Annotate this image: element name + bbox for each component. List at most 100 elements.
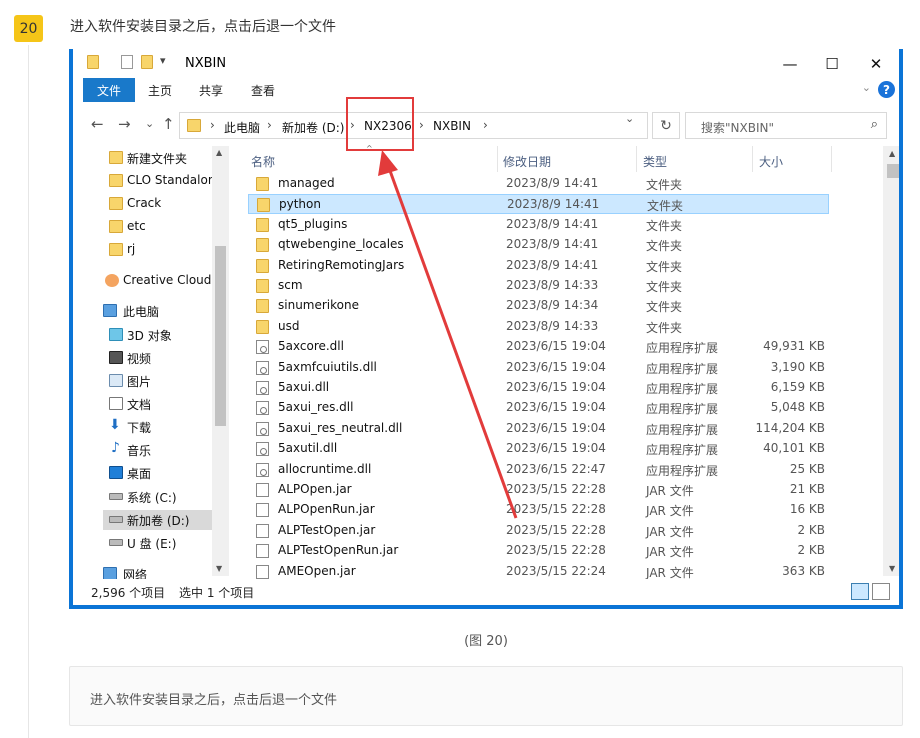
maximize-button[interactable]: ☐ [810, 49, 854, 78]
scroll-down-icon[interactable]: ▼ [889, 564, 895, 573]
breadcrumb-nxbin[interactable]: NXBIN [433, 119, 471, 133]
recent-locations-button[interactable]: ⌄ [145, 117, 154, 130]
quick-access-item[interactable]: rj [103, 240, 213, 260]
dll-file-icon [256, 442, 269, 457]
tab-home[interactable]: 主页 [134, 78, 186, 102]
drive-icon [109, 493, 123, 500]
nav-scrollbar[interactable]: ▲ ▼ [212, 146, 229, 576]
file-type: JAR 文件 [646, 524, 694, 539]
breadcrumb-drive-d[interactable]: 新加卷 (D:) [282, 119, 344, 136]
file-row[interactable]: qt5_plugins 2023/8/9 14:41 文件夹 [248, 215, 829, 235]
file-row[interactable]: scm 2023/8/9 14:33 文件夹 [248, 276, 829, 296]
sidebar-item-desktop[interactable]: 桌面 [103, 463, 213, 483]
chevron-right-icon[interactable]: › [267, 118, 272, 132]
file-row[interactable]: managed 2023/8/9 14:41 文件夹 [248, 174, 829, 194]
file-row[interactable]: sinumerikone 2023/8/9 14:34 文件夹 [248, 296, 829, 316]
file-name: 5axui.dll [278, 380, 330, 394]
file-row[interactable]: usd 2023/8/9 14:33 文件夹 [248, 317, 829, 337]
refresh-button[interactable]: ↻ [652, 112, 680, 139]
file-type: 应用程序扩展 [646, 361, 719, 376]
quick-access-item[interactable]: CLO Standalon [103, 171, 213, 191]
file-row[interactable]: qtwebengine_locales 2023/8/9 14:41 文件夹 [248, 235, 829, 255]
desktop-icon [109, 466, 123, 479]
file-row[interactable]: ALPOpenRun.jar 2023/5/15 22:28 JAR 文件 16 KB [248, 500, 829, 520]
folder-icon [256, 177, 269, 191]
sidebar-item-pictures[interactable]: 图片 [103, 371, 213, 391]
file-size: 5,048 KB [770, 400, 825, 415]
file-name: ALPTestOpenRun.jar [278, 543, 399, 558]
column-divider[interactable] [636, 146, 637, 172]
column-divider[interactable] [752, 146, 753, 172]
minimize-button[interactable]: — [768, 49, 812, 78]
sidebar-item-documents[interactable]: 文档 [103, 394, 213, 414]
back-button[interactable]: ← [91, 115, 104, 133]
column-divider[interactable] [497, 146, 498, 172]
scroll-down-icon[interactable]: ▼ [216, 564, 222, 573]
folder-icon [256, 238, 269, 253]
search-box[interactable]: 搜索"NXBIN" ⌕ [685, 112, 887, 139]
file-row[interactable]: ALPTestOpen.jar 2023/5/15 22:28 JAR 文件 2 KB [248, 521, 829, 541]
sidebar-item-drive-d[interactable]: 新加卷 (D:) [103, 510, 213, 530]
video-icon [109, 351, 123, 364]
forward-button[interactable]: → [118, 115, 131, 133]
scroll-thumb[interactable] [215, 246, 226, 426]
expand-ribbon-icon[interactable]: ⌄ [862, 81, 871, 94]
sidebar-item-music[interactable]: ♪ 音乐 [103, 440, 213, 460]
file-row[interactable]: 5axui_res.dll 2023/6/15 19:04 应用程序扩展 5,048 … [248, 398, 829, 418]
file-row[interactable]: ALPTestOpenRun.jar 2023/5/15 22:28 JAR 文件 2… [248, 541, 829, 561]
scroll-up-icon[interactable]: ▲ [216, 148, 222, 157]
sidebar-item-drive-e[interactable]: U 盘 (E:) [103, 533, 213, 553]
file-date: 2023/6/15 19:04 [506, 400, 606, 415]
column-header-size[interactable]: 大小 [759, 153, 783, 170]
tab-share[interactable]: 共享 [185, 78, 237, 102]
quick-access-item[interactable]: etc [103, 217, 213, 237]
properties-icon[interactable] [121, 55, 133, 69]
scroll-up-icon[interactable]: ▲ [889, 149, 895, 158]
quick-access-item[interactable]: 新建文件夹 📌 [103, 148, 213, 168]
navigation-pane: 新建文件夹 📌 CLO Standalon Crack etc rj Creat… [73, 146, 229, 582]
tab-file[interactable]: 文件 [83, 78, 136, 102]
file-list-scrollbar[interactable]: ▲ ▼ [883, 146, 899, 576]
new-folder-icon[interactable] [141, 55, 153, 69]
file-row[interactable]: ALPOpen.jar 2023/5/15 22:28 JAR 文件 21 KB [248, 480, 829, 500]
scroll-thumb[interactable] [887, 164, 899, 178]
sidebar-item-downloads[interactable]: ⬇ 下载 [103, 417, 213, 437]
large-icons-view-icon[interactable] [872, 583, 890, 600]
close-button[interactable]: ✕ [854, 49, 898, 78]
file-date: 2023/8/9 14:41 [506, 216, 599, 231]
customize-toolbar-icon[interactable]: ▾ [160, 54, 166, 67]
sidebar-item-this-pc[interactable]: 此电脑 [99, 301, 213, 321]
sidebar-item-creative-cloud[interactable]: Creative Cloud F [103, 271, 213, 291]
file-row[interactable]: 5axui.dll 2023/6/15 19:04 应用程序扩展 6,159 KB [248, 378, 829, 398]
breadcrumb-this-pc[interactable]: 此电脑 [224, 119, 260, 136]
up-button[interactable]: ↑ [162, 115, 175, 133]
file-row[interactable]: python 2023/8/9 14:41 文件夹 [248, 194, 829, 215]
file-row[interactable]: allocruntime.dll 2023/6/15 22:47 应用程序扩展 25 … [248, 460, 829, 480]
file-name: qt5_plugins [278, 216, 348, 231]
column-header-type[interactable]: 类型 [643, 153, 667, 170]
file-row[interactable]: 5axui_res_neutral.dll 2023/6/15 19:04 应用程序… [248, 419, 829, 439]
file-row[interactable]: 5axcore.dll 2023/6/15 19:04 应用程序扩展 49,931 K… [248, 337, 829, 357]
sidebar-item-drive-c[interactable]: 系统 (C:) [103, 487, 213, 507]
sidebar-item-videos[interactable]: 视频 [103, 348, 213, 368]
chevron-right-icon[interactable]: › [419, 118, 424, 132]
file-row[interactable]: RetiringRemotingJars 2023/8/9 14:41 文件夹 [248, 256, 829, 276]
file-row[interactable]: 5axmfcuiutils.dll 2023/6/15 19:04 应用程序扩展 3,… [248, 358, 829, 378]
file-size: 25 KB [789, 461, 825, 476]
column-header-date[interactable]: 修改日期 [503, 153, 551, 170]
address-dropdown-icon[interactable]: ⌄ [625, 112, 634, 125]
help-button[interactable]: ? [878, 81, 895, 98]
jar-file-icon [256, 523, 269, 538]
chevron-right-icon[interactable]: › [483, 118, 488, 132]
file-row[interactable]: 5axutil.dll 2023/6/15 19:04 应用程序扩展 40,101 K… [248, 439, 829, 459]
search-placeholder: 搜索"NXBIN" [701, 121, 774, 135]
column-header-name[interactable]: 名称 [251, 153, 275, 170]
chevron-right-icon[interactable]: › [210, 118, 215, 132]
tab-view[interactable]: 查看 [237, 78, 289, 102]
details-view-icon[interactable] [851, 583, 869, 600]
search-icon[interactable]: ⌕ [871, 117, 878, 132]
sidebar-item-3d-objects[interactable]: 3D 对象 [103, 325, 213, 345]
quick-access-item[interactable]: Crack [103, 194, 213, 214]
dll-file-icon [256, 421, 269, 436]
column-divider[interactable] [831, 146, 832, 172]
